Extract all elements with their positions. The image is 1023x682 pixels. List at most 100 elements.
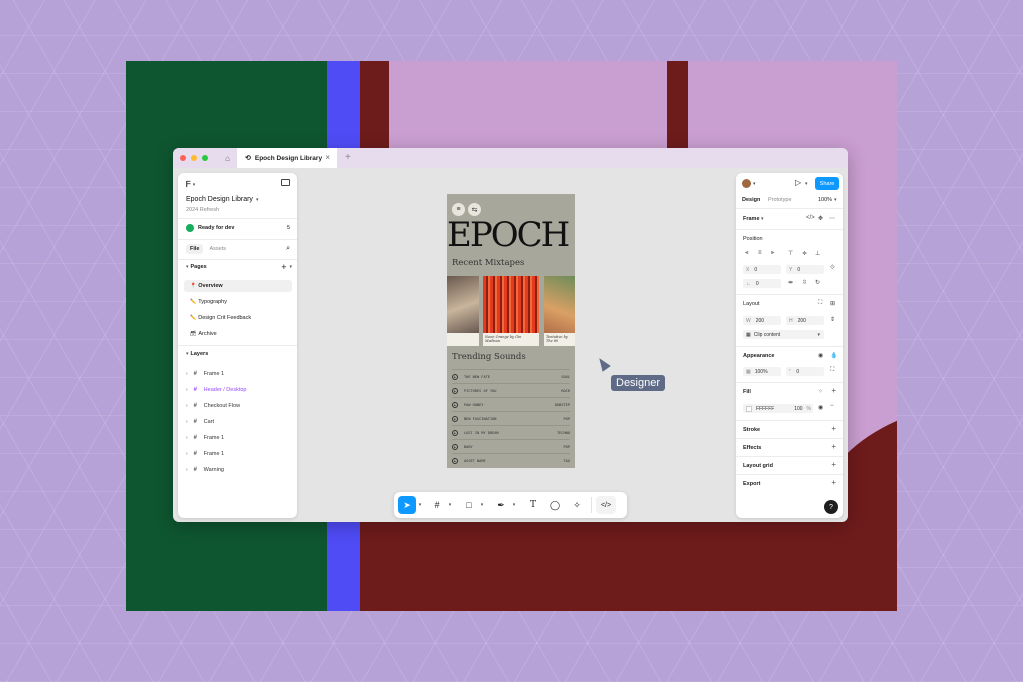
phone-frame[interactable]: ≡ ⇆ EPOCH Recent Mixtapes Neon Orange by… xyxy=(447,194,575,468)
help-button[interactable]: ? xyxy=(824,500,838,514)
height-field[interactable]: H 200 xyxy=(786,316,824,325)
more-icon[interactable]: ⋯ xyxy=(829,215,835,222)
dev-mode-toggle[interactable]: </> xyxy=(596,496,616,514)
panel-toggle-icon[interactable] xyxy=(281,179,290,186)
layer-item[interactable]: › # Frame 1 xyxy=(186,368,224,380)
clip-content-select[interactable]: ▦ Clip content ▾ xyxy=(743,330,824,339)
eye-icon[interactable]: ◉ xyxy=(818,404,823,411)
styles-icon[interactable]: ⁘ xyxy=(818,388,823,395)
layer-item[interactable]: › # Checkout Flow xyxy=(186,400,240,412)
add-effect-icon[interactable]: + xyxy=(831,442,836,451)
song-row[interactable]: ▶ THE NEW FATE SOUL xyxy=(452,369,570,383)
align-top-icon[interactable]: ⊤ xyxy=(788,250,793,257)
page-archive[interactable]: 🗃 Archive xyxy=(184,328,292,340)
resize-icon[interactable]: ⇕ xyxy=(830,316,835,323)
chevron-down-icon[interactable]: ▾ xyxy=(479,496,485,514)
close-dot[interactable] xyxy=(180,155,186,161)
page-design-crit-feedback[interactable]: ✏️ Design Crit Feedback xyxy=(184,312,292,324)
chevron-down-icon[interactable]: ▾ xyxy=(753,181,756,187)
chevron-down-icon[interactable]: ▾ xyxy=(761,216,764,222)
main-menu-button[interactable]: ᖴ ▾ xyxy=(186,180,195,190)
chevron-down-icon[interactable]: ▾ xyxy=(417,496,423,514)
tab-design[interactable]: Design xyxy=(742,197,760,203)
chevron-down-icon[interactable]: ▾ xyxy=(447,496,453,514)
song-row[interactable]: ▶ ASSET NAME TAG xyxy=(452,453,570,467)
add-stroke-icon[interactable]: + xyxy=(831,424,836,433)
layer-item[interactable]: › # Frame 1 xyxy=(186,432,224,444)
rotate-icon[interactable]: ↻ xyxy=(815,279,820,286)
y-field[interactable]: Y0 xyxy=(786,265,824,274)
chevron-down-icon[interactable]: ▾ xyxy=(805,181,808,187)
add-fill-icon[interactable]: + xyxy=(831,386,836,395)
align-bottom-icon[interactable]: ⊥ xyxy=(815,250,820,257)
flip-vertical-icon[interactable]: ⇳ xyxy=(802,279,807,286)
minimize-dot[interactable] xyxy=(191,155,197,161)
file-tab[interactable]: ⟲ Epoch Design Library × xyxy=(237,148,337,168)
play-icon[interactable]: ▶ xyxy=(452,387,458,394)
independent-corners-icon[interactable]: ⛶ xyxy=(830,367,834,374)
search-icon[interactable]: ⌕ xyxy=(286,245,290,253)
file-name[interactable]: Epoch Design Library ▾ xyxy=(186,196,258,203)
song-row[interactable]: ▶ LOST IN MY DREAM TECHNO xyxy=(452,425,570,439)
play-icon[interactable]: ▶ xyxy=(452,457,458,464)
constraints-icon[interactable]: ⟐ xyxy=(830,265,835,272)
rectangle-tool-icon[interactable]: □ xyxy=(460,496,478,514)
fill-color-field[interactable]: FFFFFF 100 % xyxy=(743,404,813,413)
layer-item[interactable]: › # Warning xyxy=(186,464,224,476)
song-row[interactable]: ▶ NEW FASCINATION POP xyxy=(452,411,570,425)
text-tool-icon[interactable]: T xyxy=(524,496,542,514)
layer-item[interactable]: › # Frame 1 xyxy=(186,448,224,460)
play-icon[interactable]: ▶ xyxy=(452,401,458,408)
tab-prototype[interactable]: Prototype xyxy=(768,197,792,203)
ready-for-dev-row[interactable]: Ready for dev 5 xyxy=(186,224,290,232)
play-icon[interactable]: ▶ xyxy=(452,443,458,450)
zoom-level[interactable]: 100% xyxy=(818,197,832,203)
chevron-down-icon[interactable]: ▾ xyxy=(834,197,837,203)
play-icon[interactable]: ▶ xyxy=(452,429,458,436)
width-field[interactable]: W 200 xyxy=(743,316,781,325)
tab-assets[interactable]: Assets xyxy=(209,246,226,252)
present-icon[interactable]: ▷ xyxy=(795,178,801,187)
tab-file[interactable]: File xyxy=(186,244,204,254)
mixtape-card[interactable] xyxy=(447,276,479,346)
flip-horizontal-icon[interactable]: ⇹ xyxy=(788,279,793,286)
play-icon[interactable]: ▶ xyxy=(452,373,458,380)
chevron-down-icon[interactable]: ▾ xyxy=(511,496,517,514)
opacity-field[interactable]: ▦ 100% xyxy=(743,367,781,376)
play-icon[interactable]: ▶ xyxy=(452,415,458,422)
x-field[interactable]: X0 xyxy=(743,265,781,274)
blend-icon[interactable]: 💧 xyxy=(830,352,837,359)
code-icon[interactable]: </> xyxy=(806,215,815,221)
new-tab-button[interactable]: + xyxy=(345,152,351,163)
pages-header[interactable]: ▾ Pages + ▾ xyxy=(186,263,292,272)
layer-item[interactable]: › # Cart xyxy=(186,416,214,428)
share-button[interactable]: Share xyxy=(815,177,839,190)
remove-fill-icon[interactable]: − xyxy=(830,403,834,409)
align-left-icon[interactable]: ⫷ xyxy=(745,250,748,257)
zoom-dot[interactable] xyxy=(202,155,208,161)
home-icon[interactable]: ⌂ xyxy=(218,148,237,168)
page-typography[interactable]: ✏️ Typography xyxy=(184,296,292,308)
radius-field[interactable]: ⌜ 0 xyxy=(786,367,824,376)
add-export-icon[interactable]: + xyxy=(831,478,836,487)
layer-item[interactable]: › # Header / Desktop xyxy=(186,384,246,396)
pen-tool-icon[interactable]: ✒ xyxy=(492,496,510,514)
add-page-icon[interactable]: + xyxy=(281,263,286,272)
add-layout-grid-icon[interactable]: + xyxy=(831,460,836,469)
move-tool-button[interactable]: ➤ xyxy=(398,496,416,514)
rotation-field[interactable]: ∟ 0 xyxy=(743,279,781,288)
align-middle-icon[interactable]: ≑ xyxy=(802,250,807,257)
mixtape-card[interactable]: Tentative by The 80 xyxy=(544,276,575,346)
mixtape-card[interactable]: Neon Orange by Gin Madison xyxy=(483,276,539,346)
auto-layout-icon[interactable]: ⛶ xyxy=(818,300,822,307)
align-right-icon[interactable]: ⫸ xyxy=(771,250,774,257)
component-icon[interactable]: ✥ xyxy=(818,215,823,222)
align-center-icon[interactable]: ≡ xyxy=(758,250,762,256)
frame-selector[interactable]: Frame xyxy=(743,216,760,222)
page-overview[interactable]: 📍 Overview xyxy=(184,280,292,292)
layers-header[interactable]: ▾ Layers xyxy=(186,351,208,357)
close-tab-icon[interactable]: × xyxy=(325,153,330,162)
song-row[interactable]: ▶ BABY POP xyxy=(452,439,570,453)
comment-tool-icon[interactable]: ◯ xyxy=(546,496,564,514)
frame-tool-icon[interactable]: # xyxy=(428,496,446,514)
